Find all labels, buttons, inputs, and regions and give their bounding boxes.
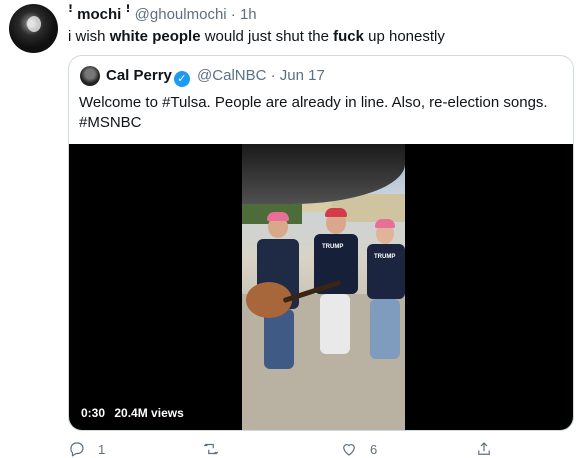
video-duration: 0:30 bbox=[81, 406, 106, 420]
quoted-text: Welcome to #Tulsa. People are already in… bbox=[79, 93, 569, 133]
tweet-text-part: i wish bbox=[68, 28, 110, 45]
quoted-header: Cal Perry ✓ @CalNBC · Jun 17 bbox=[106, 67, 325, 87]
tweet-text: i wish white people would just shut the … bbox=[68, 28, 445, 46]
like-button[interactable]: 6 bbox=[340, 440, 377, 458]
person-legs bbox=[370, 299, 400, 359]
retweet-button[interactable] bbox=[202, 440, 232, 458]
quoted-display-name: Cal Perry bbox=[106, 67, 172, 84]
tweet-text-part: up honestly bbox=[363, 28, 445, 45]
user-avatar[interactable] bbox=[9, 4, 58, 53]
reply-icon bbox=[70, 442, 84, 457]
pink-cap bbox=[267, 212, 289, 221]
handle[interactable]: @ghoulmochi bbox=[135, 6, 227, 23]
reply-count: 1 bbox=[98, 441, 106, 457]
shirt-text: TRUMP bbox=[374, 254, 396, 260]
timestamp[interactable]: 1h bbox=[240, 6, 257, 23]
pink-cap bbox=[375, 219, 395, 228]
heart-icon bbox=[343, 444, 355, 456]
video-player[interactable]: TRUMP TRUMP 0:30 20.4M views bbox=[69, 144, 573, 430]
separator: · bbox=[230, 6, 236, 23]
video-frame: TRUMP TRUMP bbox=[242, 144, 405, 430]
tweet-text-bold: white people bbox=[109, 28, 201, 45]
action-bar: 1 6 bbox=[68, 440, 574, 458]
person-legs bbox=[264, 309, 294, 369]
share-icon bbox=[478, 442, 490, 455]
video-views: 20.4M views bbox=[114, 406, 184, 420]
tweet-header: ꜝ mochi ꜝ @ghoulmochi · 1h bbox=[68, 6, 257, 24]
person-torso bbox=[367, 244, 405, 299]
retweet-icon bbox=[203, 443, 219, 455]
video-info: 0:30 20.4M views bbox=[81, 406, 190, 420]
separator: · bbox=[270, 67, 276, 84]
tweet-text-part: would just shut the bbox=[200, 28, 334, 45]
like-count: 6 bbox=[370, 441, 378, 457]
red-cap bbox=[325, 208, 347, 217]
display-name[interactable]: ꜝ mochi ꜝ bbox=[68, 6, 131, 23]
person-legs bbox=[320, 294, 350, 354]
quoted-text-line: Welcome to #Tulsa. People are already in… bbox=[79, 94, 548, 111]
quoted-tweet[interactable]: Cal Perry ✓ @CalNBC · Jun 17 Welcome to #… bbox=[68, 55, 574, 431]
shirt-text: TRUMP bbox=[322, 244, 344, 250]
tweet-text-bold: fuck bbox=[333, 28, 364, 45]
share-button[interactable] bbox=[475, 440, 505, 458]
verified-badge-icon: ✓ bbox=[173, 71, 190, 87]
quoted-handle: @CalNBC bbox=[197, 67, 267, 84]
reply-button[interactable]: 1 bbox=[68, 440, 105, 458]
quoted-hashtag[interactable]: #MSNBC bbox=[79, 113, 569, 133]
quoted-date: Jun 17 bbox=[279, 67, 325, 84]
quoted-avatar bbox=[80, 66, 100, 86]
